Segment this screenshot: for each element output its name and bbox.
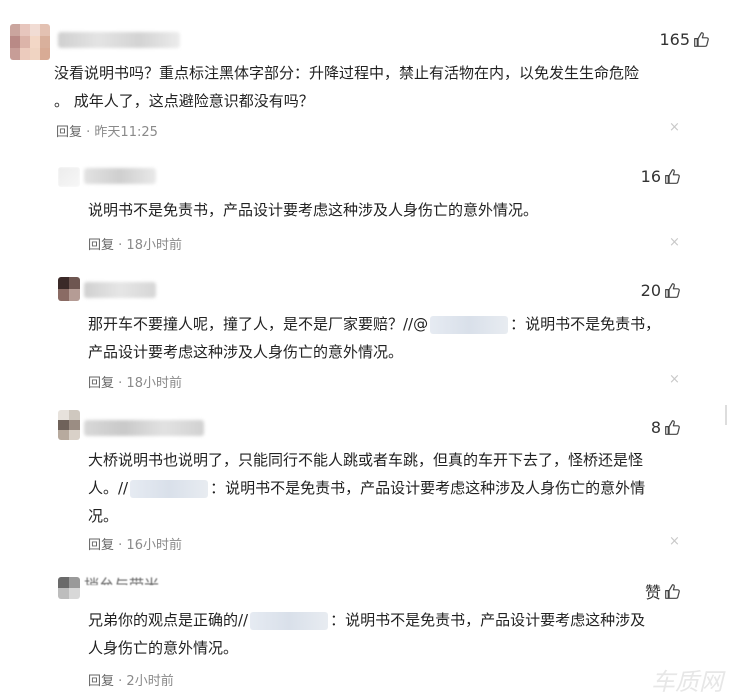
like-count[interactable]: 8	[651, 418, 681, 437]
avatar[interactable]	[10, 24, 50, 60]
comment-meta: 回复 · 昨天11:25	[56, 121, 158, 140]
mention-blurred[interactable]	[130, 479, 209, 498]
timestamp: · 18小时前	[118, 376, 182, 391]
comment-line: 兄弟你的观点是正确的// ：说明书不是免责书，产品设计要考虑这种涉及	[88, 606, 645, 634]
like-count[interactable]: 20	[641, 281, 681, 300]
thumbs-up-icon[interactable]	[664, 168, 681, 185]
mention-blurred[interactable]	[430, 315, 509, 334]
like-count[interactable]: 165	[659, 30, 710, 49]
comment-fragment: 人。//	[88, 479, 129, 497]
username-partial-text: 捎允与带米	[84, 576, 160, 585]
comment-fragment: ：说明书不是免责书，产品设计要考虑这种涉及	[330, 611, 646, 629]
comment-fragment: ：说明书不是免责书，	[510, 315, 661, 333]
thumbs-up-icon[interactable]	[693, 31, 710, 48]
like-label: 赞	[644, 583, 661, 602]
watermark-logo: 车质网	[651, 668, 723, 696]
reply-link[interactable]: 回复	[88, 538, 114, 553]
comment-line: 大桥说明书也说明了，只能同行不能人跳或者车跳，但真的车开下去了，怪桥还是怪	[88, 451, 644, 469]
scrollbar-thumb[interactable]	[725, 405, 727, 425]
username-blurred[interactable]	[58, 32, 180, 48]
timestamp: · 16小时前	[118, 538, 182, 553]
comment-text: 那开车不要撞人呢，撞了人，是不是厂家要赔？//@ ：说明书不是免责书， 产品设计要…	[88, 310, 660, 366]
close-icon[interactable]: ×	[669, 534, 680, 549]
avatar[interactable]	[58, 577, 80, 599]
timestamp: · 2小时前	[118, 674, 174, 689]
close-icon[interactable]: ×	[669, 120, 680, 135]
comment-text: 说明书不是免责书，产品设计要考虑这种涉及人身伤亡的意外情况。	[88, 196, 538, 224]
username-blurred[interactable]	[84, 168, 156, 184]
comment-meta: 回复 · 18小时前	[88, 372, 182, 391]
comment-line: 。 成年人了，这点避险意识都没有吗？	[54, 92, 314, 110]
mention-blurred[interactable]	[250, 611, 329, 630]
comment-text: 兄弟你的观点是正确的// ：说明书不是免责书，产品设计要考虑这种涉及 人身伤亡的意…	[88, 606, 645, 662]
comment-line: 没看说明书吗？重点标注黑体字部分：升降过程中，禁止有活物在内，以免发生生命危险	[54, 64, 640, 82]
like-count-value: 165	[659, 30, 690, 49]
thumbs-up-icon[interactable]	[664, 419, 681, 436]
comment-fragment: 兄弟你的观点是正确的//	[88, 611, 249, 629]
comment-line: 人身伤亡的意外情况。	[88, 639, 239, 657]
like-count-value: 16	[640, 167, 661, 186]
timestamp: · 昨天11:25	[86, 125, 158, 140]
comment-meta: 回复 · 16小时前	[88, 534, 182, 553]
thumbs-up-icon[interactable]	[664, 583, 681, 600]
comment-line: 那开车不要撞人呢，撞了人，是不是厂家要赔？//@ ：说明书不是免责书，	[88, 310, 660, 338]
comment-fragment: 那开车不要撞人呢，撞了人，是不是厂家要赔？//@	[88, 315, 429, 333]
reply-link[interactable]: 回复	[56, 125, 82, 140]
comment-meta: 回复 · 18小时前	[88, 234, 182, 253]
comment-line: 说明书不是免责书，产品设计要考虑这种涉及人身伤亡的意外情况。	[88, 201, 539, 219]
avatar[interactable]	[58, 167, 80, 187]
close-icon[interactable]: ×	[669, 235, 680, 250]
username-blurred[interactable]	[84, 282, 156, 298]
close-icon[interactable]: ×	[669, 372, 680, 387]
comment-line: 况。	[88, 507, 119, 525]
username-partial[interactable]: 捎允与带米	[84, 571, 159, 585]
timestamp: · 18小时前	[118, 238, 182, 253]
comment-text: 没看说明书吗？重点标注黑体字部分：升降过程中，禁止有活物在内，以免发生生命危险 …	[54, 59, 639, 115]
comment-meta: 回复 · 2小时前	[88, 670, 174, 689]
like-count-value: 8	[650, 418, 661, 437]
like-count[interactable]: 赞	[645, 579, 681, 603]
reply-link[interactable]: 回复	[88, 674, 114, 689]
comment-text: 大桥说明书也说明了，只能同行不能人跳或者车跳，但真的车开下去了，怪桥还是怪 人。…	[88, 446, 645, 530]
like-count[interactable]: 16	[641, 167, 681, 186]
reply-link[interactable]: 回复	[88, 376, 114, 391]
avatar[interactable]	[58, 410, 80, 440]
username-blurred[interactable]	[84, 420, 204, 436]
thumbs-up-icon[interactable]	[664, 282, 681, 299]
comment-line: 人。// ：说明书不是免责书，产品设计要考虑这种涉及人身伤亡的意外情	[88, 474, 645, 502]
comment-fragment: ：说明书不是免责书，产品设计要考虑这种涉及人身伤亡的意外情	[210, 479, 646, 497]
avatar[interactable]	[58, 277, 80, 301]
reply-link[interactable]: 回复	[88, 238, 114, 253]
like-count-value: 20	[640, 281, 661, 300]
comment-line: 产品设计要考虑这种涉及人身伤亡的意外情况。	[88, 343, 404, 361]
